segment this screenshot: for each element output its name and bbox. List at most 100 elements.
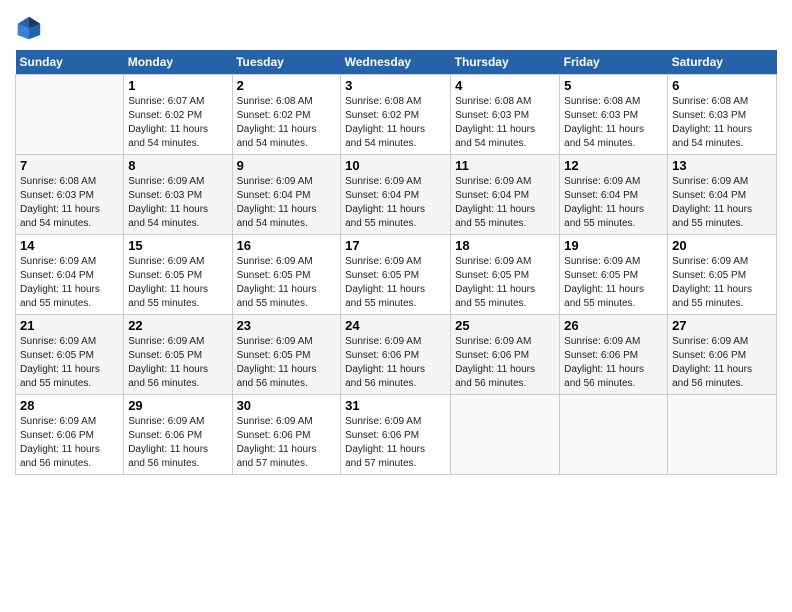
header (15, 10, 777, 42)
calendar-cell: 22 Sunrise: 6:09 AMSunset: 6:05 PMDayligh… (124, 315, 232, 395)
calendar-cell: 16 Sunrise: 6:09 AMSunset: 6:05 PMDayligh… (232, 235, 341, 315)
day-info: Sunrise: 6:08 AMSunset: 6:03 PMDaylight:… (564, 95, 663, 151)
calendar-cell: 4 Sunrise: 6:08 AMSunset: 6:03 PMDaylight… (451, 75, 560, 155)
page-container: SundayMondayTuesdayWednesdayThursdayFrid… (0, 0, 792, 485)
day-info: Sunrise: 6:08 AMSunset: 6:03 PMDaylight:… (672, 95, 772, 151)
day-info: Sunrise: 6:09 AMSunset: 6:06 PMDaylight:… (345, 335, 446, 391)
day-info: Sunrise: 6:07 AMSunset: 6:02 PMDaylight:… (128, 95, 227, 151)
day-number: 10 (345, 158, 446, 173)
day-number: 11 (455, 158, 555, 173)
calendar-cell: 5 Sunrise: 6:08 AMSunset: 6:03 PMDaylight… (560, 75, 668, 155)
day-number: 5 (564, 78, 663, 93)
day-number: 20 (672, 238, 772, 253)
day-number: 22 (128, 318, 227, 333)
day-number: 16 (237, 238, 337, 253)
day-info: Sunrise: 6:09 AMSunset: 6:06 PMDaylight:… (345, 415, 446, 471)
day-number: 29 (128, 398, 227, 413)
day-number: 21 (20, 318, 119, 333)
day-info: Sunrise: 6:09 AMSunset: 6:06 PMDaylight:… (237, 415, 337, 471)
day-info: Sunrise: 6:09 AMSunset: 6:06 PMDaylight:… (564, 335, 663, 391)
day-number: 13 (672, 158, 772, 173)
calendar-cell: 1 Sunrise: 6:07 AMSunset: 6:02 PMDaylight… (124, 75, 232, 155)
calendar-cell (16, 75, 124, 155)
week-row-1: 1 Sunrise: 6:07 AMSunset: 6:02 PMDaylight… (16, 75, 777, 155)
day-info: Sunrise: 6:08 AMSunset: 6:02 PMDaylight:… (345, 95, 446, 151)
day-info: Sunrise: 6:09 AMSunset: 6:04 PMDaylight:… (345, 175, 446, 231)
day-number: 27 (672, 318, 772, 333)
header-thursday: Thursday (451, 50, 560, 75)
calendar-cell: 23Sunrise: 6:09 AMSunset: 6:05 PMDayligh… (232, 315, 341, 395)
day-number: 12 (564, 158, 663, 173)
day-info: Sunrise: 6:09 AMSunset: 6:05 PMDaylight:… (128, 255, 227, 311)
day-info: Sunrise: 6:08 AMSunset: 6:03 PMDaylight:… (455, 95, 555, 151)
calendar-cell (668, 395, 777, 475)
calendar-cell: 9 Sunrise: 6:09 AMSunset: 6:04 PMDaylight… (232, 155, 341, 235)
day-number: 31 (345, 398, 446, 413)
week-row-5: 28 Sunrise: 6:09 AMSunset: 6:06 PMDayligh… (16, 395, 777, 475)
calendar-cell: 10 Sunrise: 6:09 AMSunset: 6:04 PMDayligh… (341, 155, 451, 235)
day-number: 19 (564, 238, 663, 253)
day-number: 14 (20, 238, 119, 253)
calendar-cell: 21 Sunrise: 6:09 AMSunset: 6:05 PMDayligh… (16, 315, 124, 395)
day-info: Sunrise: 6:08 AMSunset: 6:03 PMDaylight:… (20, 175, 119, 231)
day-number: 15 (128, 238, 227, 253)
calendar-cell: 12 Sunrise: 6:09 AMSunset: 6:04 PMDayligh… (560, 155, 668, 235)
week-row-3: 14Sunrise: 6:09 AMSunset: 6:04 PMDayligh… (16, 235, 777, 315)
day-number: 2 (237, 78, 337, 93)
day-number: 30 (237, 398, 337, 413)
calendar-cell: 8 Sunrise: 6:09 AMSunset: 6:03 PMDaylight… (124, 155, 232, 235)
week-row-2: 7Sunrise: 6:08 AMSunset: 6:03 PMDaylight… (16, 155, 777, 235)
calendar-cell: 18Sunrise: 6:09 AMSunset: 6:05 PMDayligh… (451, 235, 560, 315)
header-monday: Monday (124, 50, 232, 75)
day-info: Sunrise: 6:09 AMSunset: 6:05 PMDaylight:… (237, 255, 337, 311)
calendar-cell: 2Sunrise: 6:08 AMSunset: 6:02 PMDaylight… (232, 75, 341, 155)
calendar-cell: 7Sunrise: 6:08 AMSunset: 6:03 PMDaylight… (16, 155, 124, 235)
header-sunday: Sunday (16, 50, 124, 75)
calendar-cell: 17 Sunrise: 6:09 AMSunset: 6:05 PMDayligh… (341, 235, 451, 315)
logo-icon (15, 14, 43, 42)
calendar-cell: 13 Sunrise: 6:09 AMSunset: 6:04 PMDayligh… (668, 155, 777, 235)
calendar-cell (451, 395, 560, 475)
day-number: 25 (455, 318, 555, 333)
header-friday: Friday (560, 50, 668, 75)
day-number: 17 (345, 238, 446, 253)
day-number: 26 (564, 318, 663, 333)
day-info: Sunrise: 6:09 AMSunset: 6:04 PMDaylight:… (455, 175, 555, 231)
calendar-cell: 3 Sunrise: 6:08 AMSunset: 6:02 PMDaylight… (341, 75, 451, 155)
header-saturday: Saturday (668, 50, 777, 75)
day-number: 18 (455, 238, 555, 253)
calendar-header-row: SundayMondayTuesdayWednesdayThursdayFrid… (16, 50, 777, 75)
week-row-4: 21 Sunrise: 6:09 AMSunset: 6:05 PMDayligh… (16, 315, 777, 395)
calendar-cell: 27Sunrise: 6:09 AMSunset: 6:06 PMDayligh… (668, 315, 777, 395)
day-number: 9 (237, 158, 337, 173)
header-wednesday: Wednesday (341, 50, 451, 75)
day-info: Sunrise: 6:09 AMSunset: 6:04 PMDaylight:… (237, 175, 337, 231)
day-number: 28 (20, 398, 119, 413)
day-info: Sunrise: 6:09 AMSunset: 6:04 PMDaylight:… (672, 175, 772, 231)
day-number: 8 (128, 158, 227, 173)
day-info: Sunrise: 6:09 AMSunset: 6:06 PMDaylight:… (455, 335, 555, 391)
day-number: 24 (345, 318, 446, 333)
day-info: Sunrise: 6:09 AMSunset: 6:05 PMDaylight:… (672, 255, 772, 311)
day-info: Sunrise: 6:09 AMSunset: 6:05 PMDaylight:… (128, 335, 227, 391)
day-info: Sunrise: 6:09 AMSunset: 6:03 PMDaylight:… (128, 175, 227, 231)
day-number: 23 (237, 318, 337, 333)
calendar-cell: 30 Sunrise: 6:09 AMSunset: 6:06 PMDayligh… (232, 395, 341, 475)
day-number: 4 (455, 78, 555, 93)
calendar-cell: 20 Sunrise: 6:09 AMSunset: 6:05 PMDayligh… (668, 235, 777, 315)
day-info: Sunrise: 6:09 AMSunset: 6:05 PMDaylight:… (345, 255, 446, 311)
calendar-cell (560, 395, 668, 475)
calendar-cell: 14Sunrise: 6:09 AMSunset: 6:04 PMDayligh… (16, 235, 124, 315)
logo (15, 14, 47, 42)
day-info: Sunrise: 6:09 AMSunset: 6:05 PMDaylight:… (20, 335, 119, 391)
calendar-cell: 28 Sunrise: 6:09 AMSunset: 6:06 PMDayligh… (16, 395, 124, 475)
calendar-cell: 6 Sunrise: 6:08 AMSunset: 6:03 PMDaylight… (668, 75, 777, 155)
day-info: Sunrise: 6:09 AMSunset: 6:06 PMDaylight:… (20, 415, 119, 471)
calendar-table: SundayMondayTuesdayWednesdayThursdayFrid… (15, 50, 777, 475)
day-number: 6 (672, 78, 772, 93)
day-number: 3 (345, 78, 446, 93)
calendar-cell: 24 Sunrise: 6:09 AMSunset: 6:06 PMDayligh… (341, 315, 451, 395)
day-info: Sunrise: 6:09 AMSunset: 6:05 PMDaylight:… (564, 255, 663, 311)
day-info: Sunrise: 6:09 AMSunset: 6:04 PMDaylight:… (564, 175, 663, 231)
day-number: 1 (128, 78, 227, 93)
